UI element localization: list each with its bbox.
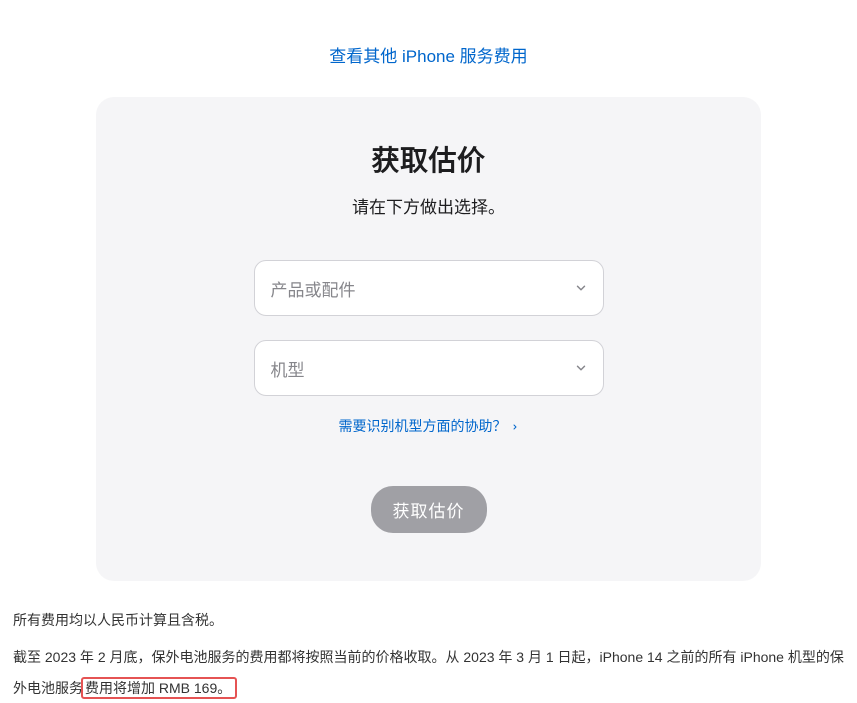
identify-model-link[interactable]: 需要识别机型方面的协助？ bbox=[339, 416, 519, 436]
model-select-wrap: 机型 bbox=[254, 340, 604, 396]
price-increase-highlight: 费用将增加 RMB 169。 bbox=[81, 677, 237, 699]
chevron-right-icon bbox=[511, 418, 519, 434]
footer-text: 所有费用均以人民币计算且含税。 截至 2023 年 2 月底，保外电池服务的费用… bbox=[11, 605, 846, 703]
model-select[interactable]: 机型 bbox=[254, 340, 604, 396]
product-select-wrap: 产品或配件 bbox=[254, 260, 604, 316]
card-subtitle: 请在下方做出选择。 bbox=[136, 193, 721, 218]
help-link-label: 需要识别机型方面的协助？ bbox=[339, 416, 507, 436]
top-link-container: 查看其他 iPhone 服务费用 bbox=[0, 0, 857, 97]
get-estimate-button[interactable]: 获取估价 bbox=[371, 486, 487, 533]
product-select[interactable]: 产品或配件 bbox=[254, 260, 604, 316]
help-link-container: 需要识别机型方面的协助？ bbox=[136, 416, 721, 436]
estimate-card: 获取估价 请在下方做出选择。 产品或配件 机型 需要识别机型方面的协助？ 获取估… bbox=[96, 97, 761, 581]
card-title: 获取估价 bbox=[136, 139, 721, 179]
footer-currency-note: 所有费用均以人民币计算且含税。 bbox=[13, 605, 844, 636]
other-service-link[interactable]: 查看其他 iPhone 服务费用 bbox=[329, 47, 527, 66]
footer-price-note: 截至 2023 年 2 月底，保外电池服务的费用都将按照当前的价格收取。从 20… bbox=[13, 642, 844, 703]
